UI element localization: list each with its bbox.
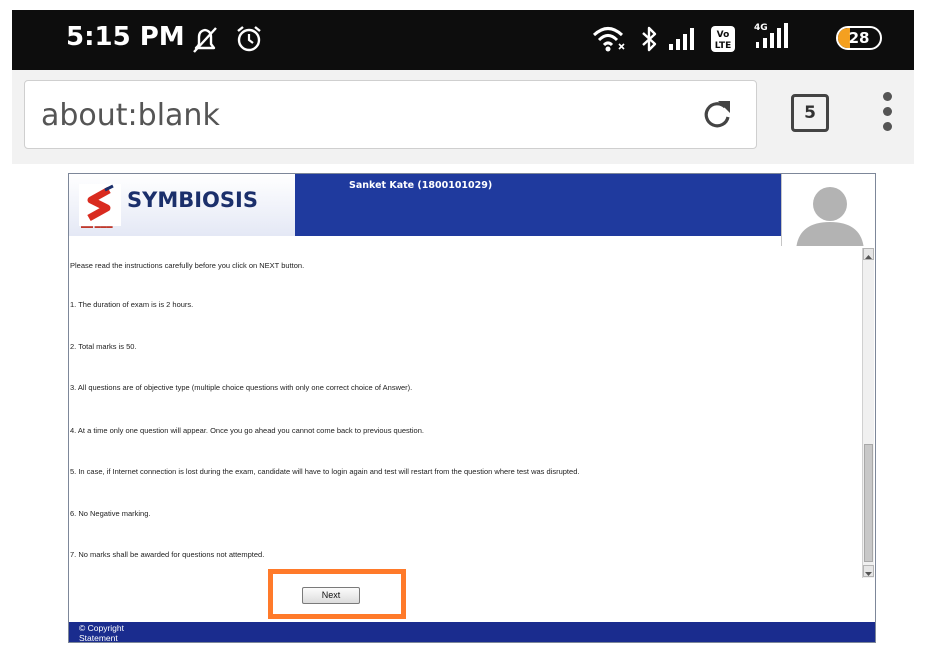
reload-icon[interactable] <box>700 95 736 140</box>
alarm-clock-icon <box>234 24 264 59</box>
status-bar: 5:15 PM Vo LTE 4G 28 <box>12 10 914 70</box>
battery-indicator: 28 <box>836 26 882 50</box>
svg-text:Vo: Vo <box>717 30 730 40</box>
status-time: 5:15 PM <box>66 22 185 52</box>
signal-icon <box>668 26 700 57</box>
logo-tagline: ▬▬ ▬▬▬ <box>81 224 113 230</box>
volte-icon: Vo LTE <box>710 25 736 58</box>
svg-text:LTE: LTE <box>715 41 732 51</box>
menu-dots-icon[interactable] <box>880 92 894 140</box>
4g-signal-icon: 4G <box>752 20 792 57</box>
mute-icon <box>190 26 220 59</box>
scroll-up-icon[interactable] <box>863 248 874 260</box>
instruction-item: 3. All questions are of objective type (… <box>70 383 413 392</box>
instruction-item: 7. No marks shall be awarded for questio… <box>70 550 265 559</box>
instruction-item: 4. At a time only one question will appe… <box>70 426 424 435</box>
instruction-item: 5. In case, if Internet connection is lo… <box>70 467 580 476</box>
instruction-item: 1. The duration of exam is is 2 hours. <box>70 300 194 309</box>
header-strip <box>69 236 781 246</box>
scroll-thumb[interactable] <box>864 444 873 562</box>
scroll-down-icon[interactable] <box>863 565 874 577</box>
address-bar[interactable]: about:blank <box>24 80 757 149</box>
battery-level: 28 <box>848 29 870 47</box>
copyright-statement[interactable]: © Copyright Statement <box>79 623 159 642</box>
exam-page: ▬▬ ▬▬▬ SYMBIOSIS Sanket Kate (1800101029… <box>68 173 876 643</box>
vertical-scrollbar[interactable] <box>862 248 874 578</box>
symbiosis-logo: ▬▬ ▬▬▬ SYMBIOSIS <box>69 174 295 236</box>
next-button[interactable]: Next <box>302 587 360 604</box>
url-text[interactable]: about:blank <box>41 98 220 133</box>
wifi-icon <box>592 24 628 59</box>
user-silhouette-icon <box>796 187 864 246</box>
candidate-name: Sanket Kate (1800101029) <box>349 180 493 191</box>
instruction-intro: Please read the instructions carefully b… <box>70 261 305 270</box>
svg-text:4G: 4G <box>754 23 768 33</box>
instructions-panel: Please read the instructions carefully b… <box>69 246 863 576</box>
browser-toolbar: about:blank 5 <box>12 70 914 164</box>
bluetooth-icon <box>640 24 660 59</box>
instruction-item: 2. Total marks is 50. <box>70 342 137 351</box>
instruction-item: 6. No Negative marking. <box>70 509 151 518</box>
brand-name: SYMBIOSIS <box>127 188 258 212</box>
exam-footer: © Copyright Statement <box>69 622 875 642</box>
tab-switcher-button[interactable]: 5 <box>791 94 829 132</box>
avatar <box>781 174 875 246</box>
exam-header: ▬▬ ▬▬▬ SYMBIOSIS Sanket Kate (1800101029… <box>69 174 875 236</box>
